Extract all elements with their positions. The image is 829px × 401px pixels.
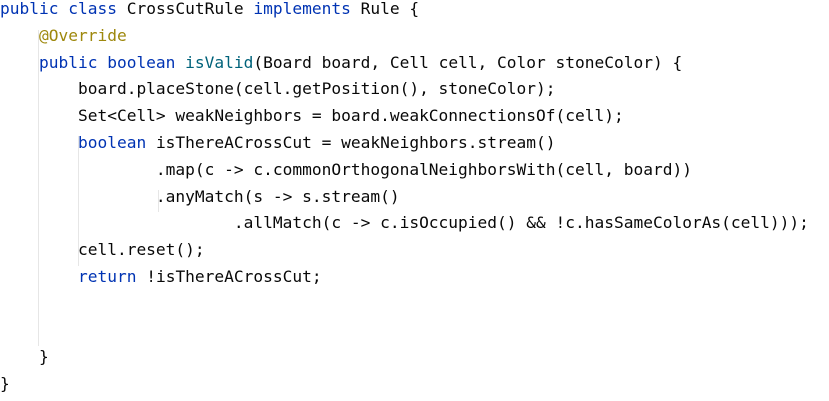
code-token: @Override	[38, 25, 127, 45]
code-token: }	[0, 347, 49, 367]
code-token: isThereACrossCut = weakNeighbors.stream(…	[155, 133, 556, 152]
code-line[interactable]: }	[0, 371, 10, 397]
code-token: implements	[253, 0, 361, 18]
code-line[interactable]: return !isThereACrossCut;	[0, 264, 322, 290]
code-editor[interactable]: public class CrossCutRule implements Rul…	[0, 0, 829, 401]
code-token: CrossCutRule	[126, 0, 254, 18]
code-line[interactable]: .map(c -> c.commonOrthogonalNeighborsWit…	[0, 157, 692, 183]
code-line[interactable]: cell.reset();	[0, 237, 205, 263]
code-line[interactable]: }	[0, 344, 49, 370]
code-token: Rule {	[360, 0, 420, 18]
code-token: }	[0, 374, 10, 394]
code-line[interactable]: @Override	[0, 23, 127, 49]
code-token: public class	[0, 0, 127, 18]
code-token: board.placeStone(cell.getPosition(), sto…	[0, 79, 556, 99]
code-token: public boolean	[38, 52, 186, 72]
code-line[interactable]: Set<Cell> weakNeighbors = board.weakConn…	[0, 103, 624, 129]
code-line[interactable]: .anyMatch(s -> s.stream()	[0, 184, 400, 210]
code-line[interactable]: board.placeStone(cell.getPosition(), sto…	[0, 76, 556, 102]
code-token: Set<Cell> weakNeighbors = board.weakConn…	[0, 106, 624, 126]
code-line[interactable]: public boolean isValid(Board board, Cell…	[0, 50, 682, 76]
code-token: .allMatch(c -> c.isOccupied() && !c.hasS…	[0, 213, 809, 233]
code-line[interactable]: public class CrossCutRule implements Rul…	[0, 0, 419, 22]
code-token: cell.reset();	[0, 240, 205, 260]
code-line[interactable]: boolean isThereACrossCut = weakNeighbors…	[0, 130, 556, 156]
code-token: isValid	[185, 52, 254, 72]
code-token: boolean	[77, 133, 156, 152]
code-token: return	[77, 267, 147, 286]
code-token: !isThereACrossCut;	[146, 267, 322, 286]
code-token: (Board board, Cell cell, Color stoneColo…	[253, 52, 683, 72]
code-line[interactable]: .allMatch(c -> c.isOccupied() && !c.hasS…	[0, 210, 809, 236]
code-token: .map(c -> c.commonOrthogonalNeighborsWit…	[0, 159, 692, 179]
code-token: .anyMatch(s -> s.stream()	[0, 186, 400, 206]
